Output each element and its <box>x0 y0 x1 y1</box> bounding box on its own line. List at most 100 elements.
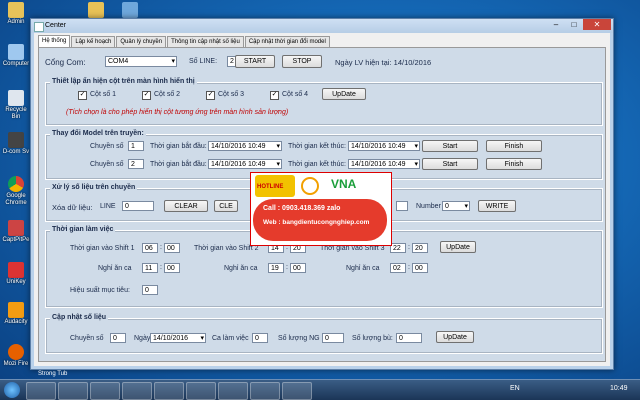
column-1-label: Cột số 1 <box>90 91 117 98</box>
column-4-checkbox[interactable]: ✓ <box>270 91 279 100</box>
app-icon <box>8 220 24 236</box>
call-text: Call : 0903.418.369 zalo <box>263 205 341 212</box>
taskbar-item-app2[interactable] <box>154 382 184 400</box>
taskbar-strip-label: Strong Tub <box>38 371 68 377</box>
tab-quan-ly-chuyen[interactable]: Quản lý chuyền <box>116 36 167 47</box>
model-line-input-1[interactable]: 1 <box>128 141 144 151</box>
update-shift-input[interactable]: 0 <box>252 333 268 343</box>
model-end-picker-2[interactable]: 14/10/2016 10:49 <box>348 159 420 170</box>
column-4-label: Cột số 4 <box>282 91 309 98</box>
break1-hour[interactable]: 11 <box>142 263 158 273</box>
process-extra-input[interactable] <box>396 201 408 211</box>
maximize-button[interactable]: □ <box>565 19 583 30</box>
keyboard-icon <box>8 262 24 278</box>
firefox-icon <box>8 344 24 360</box>
column-3-label: Cột số 3 <box>218 91 245 98</box>
desktop-icon-recycle-bin[interactable]: Recycle Bin <box>2 90 30 121</box>
desktop-icon-admin[interactable]: Admin <box>2 2 30 26</box>
update-bu-input[interactable]: 0 <box>396 333 422 343</box>
update-ng-input[interactable]: 0 <box>322 333 344 343</box>
efficiency-input[interactable]: 0 <box>142 285 158 295</box>
break2-minute[interactable]: 00 <box>290 263 306 273</box>
taskbar-item-app6[interactable] <box>282 382 312 400</box>
minimize-button[interactable]: – <box>547 19 565 30</box>
shift3-hour[interactable]: 22 <box>390 243 406 253</box>
display-settings-group: Thiết lập ẩn hiện cột trên màn hình hiển… <box>45 78 603 126</box>
write-button[interactable]: WRITE <box>478 200 516 212</box>
taskbar-item-app5[interactable] <box>250 382 280 400</box>
taskbar-item-chrome[interactable] <box>90 382 120 400</box>
shift1-minute[interactable]: 00 <box>164 243 180 253</box>
column-3-checkbox[interactable]: ✓ <box>206 91 215 100</box>
column-1-checkbox[interactable]: ✓ <box>78 91 87 100</box>
start-button-orb[interactable] <box>4 382 20 398</box>
desktop-icon-captpitpe[interactable]: CaptPitPe <box>2 220 30 244</box>
desktop-icon-firefox[interactable]: Mozi Fire <box>2 344 30 368</box>
model-start-button-1[interactable]: Start <box>422 140 478 152</box>
model-start-button-2[interactable]: Start <box>422 158 478 170</box>
number-select[interactable]: 0 <box>442 201 470 212</box>
com-port-select[interactable]: COM4 <box>105 56 177 67</box>
tab-lap-ke-hoach[interactable]: Lập kế hoạch <box>71 36 116 47</box>
user-folder-icon <box>8 2 24 18</box>
taskbar-item-app3[interactable] <box>186 382 216 400</box>
brand-logo: VNA <box>331 177 357 191</box>
window-icon <box>34 22 44 32</box>
desktop-icon-folder[interactable] <box>82 2 110 19</box>
tab-cap-nhat-so-lieu[interactable]: Thông tin cập nhật số liệu <box>167 36 244 47</box>
tab-doi-model[interactable]: Cập nhật thời gian đổi model <box>244 36 330 47</box>
shift1-label: Thời gian vào Shift 1 <box>70 245 135 252</box>
language-indicator[interactable]: EN <box>510 385 520 392</box>
modem-icon <box>8 132 24 148</box>
clock[interactable]: 10:49 <box>610 385 628 392</box>
model-start-picker-2[interactable]: 14/10/2016 10:49 <box>208 159 282 170</box>
desktop-icon-app[interactable] <box>116 2 144 19</box>
taskbar-item-media[interactable] <box>58 382 88 400</box>
taskbar: Strong Tub EN 10:49 <box>0 371 640 400</box>
com-port-label: Cổng Com: <box>45 58 86 67</box>
start-button[interactable]: START <box>235 55 275 68</box>
work-time-update-button[interactable]: UpDate <box>440 241 476 253</box>
taskbar-item-explorer[interactable] <box>26 382 56 400</box>
shift1-hour[interactable]: 06 <box>142 243 158 253</box>
title-bar[interactable]: Center – □ ✕ <box>31 19 613 33</box>
tab-he-thong[interactable]: Hệ thống <box>38 35 71 47</box>
model-end-label-1: Thời gian kết thúc: <box>288 143 346 150</box>
desktop-icon-computer[interactable]: Computer <box>2 44 30 68</box>
efficiency-label: Hiệu suất mục tiêu: <box>70 287 130 294</box>
break2-hour[interactable]: 19 <box>268 263 284 273</box>
break1-minute[interactable]: 00 <box>164 263 180 273</box>
close-button[interactable]: ✕ <box>583 19 611 30</box>
taskbar-item-app[interactable] <box>122 382 152 400</box>
update-ng-label: Số lượng NG <box>278 335 320 342</box>
shift3-minute[interactable]: 20 <box>412 243 428 253</box>
process-data-title: Xử lý số liệu trên chuyền <box>50 184 138 191</box>
break3-hour[interactable]: 02 <box>390 263 406 273</box>
taskbar-item-app4[interactable] <box>218 382 248 400</box>
model-finish-button-2[interactable]: Finish <box>486 158 542 170</box>
update-line-input[interactable]: 0 <box>110 333 126 343</box>
model-start-label-2: Thời gian bắt đầu: <box>150 161 207 168</box>
model-end-picker-1[interactable]: 14/10/2016 10:49 <box>348 141 420 152</box>
process-line-input[interactable]: 0 <box>122 201 154 211</box>
clear-button-2[interactable]: CLE <box>214 200 238 212</box>
desktop-icon-chrome[interactable]: Google Chrome <box>2 176 30 207</box>
working-date: Ngày LV hiện tại: 14/10/2016 <box>335 58 432 67</box>
stop-button[interactable]: STOP <box>282 55 322 68</box>
display-update-button[interactable]: UpDate <box>322 88 366 100</box>
model-end-label-2: Thời gian kết thúc: <box>288 161 346 168</box>
desktop-icon-dcom[interactable]: D-com Sv <box>2 132 30 156</box>
column-2-checkbox[interactable]: ✓ <box>142 91 151 100</box>
line-count-label: Số LINE: <box>189 58 218 65</box>
update-data-button[interactable]: UpDate <box>436 331 474 343</box>
model-finish-button-1[interactable]: Finish <box>486 140 542 152</box>
model-start-picker-1[interactable]: 14/10/2016 10:49 <box>208 141 282 152</box>
update-date-picker[interactable]: 14/10/2016 <box>150 333 206 344</box>
desktop-icon-audacity[interactable]: Audacity <box>2 302 30 326</box>
desktop-icon-unikey[interactable]: UniKey <box>2 262 30 286</box>
break3-minute[interactable]: 00 <box>412 263 428 273</box>
computer-icon <box>8 44 24 60</box>
model-line-input-2[interactable]: 2 <box>128 159 144 169</box>
folder-icon <box>88 2 104 18</box>
clear-button[interactable]: CLEAR <box>164 200 208 212</box>
